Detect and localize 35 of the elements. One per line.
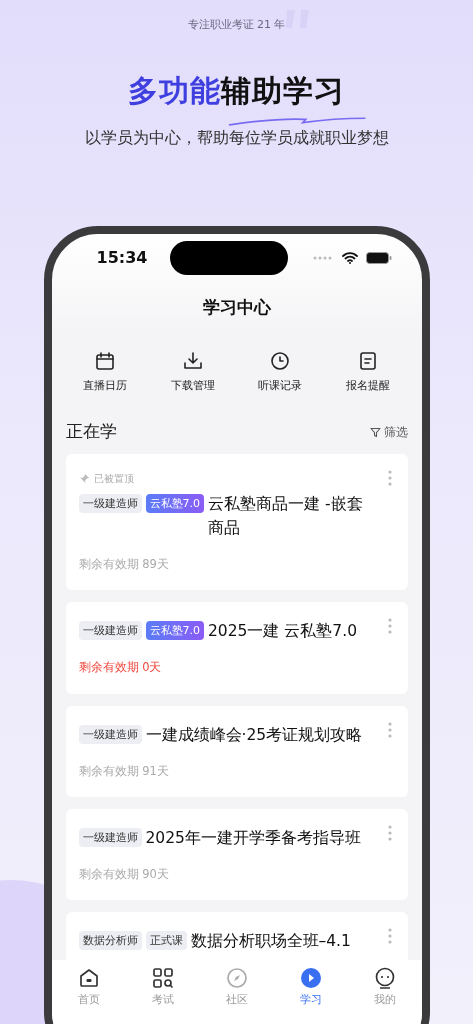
course-title: 数据分析职场全班–4.1 [190,931,351,952]
course-tag: 一级建造师 [78,724,142,744]
expiry-text: 剩余有效期 89天 [78,556,170,573]
course-card[interactable]: 一级建造师 一建成绩峰会·25考证规划攻略 剩余有效期 91天 [65,705,408,797]
course-title: 2025年一建开学季备考指导班 [145,827,361,849]
course-tag: 云私塾7.0 [145,621,204,641]
quick-action-button[interactable]: 直播日历 [65,350,146,412]
course-tag: 数据分析师 [78,931,142,950]
course-tag: 一级建造师 [78,494,142,513]
status-time: 15:34 [96,247,148,269]
quick-action-button[interactable]: 报名提醒 [327,350,408,412]
course-card[interactable]: 数据分析师 正式课 数据分析职场全班–4.1 [65,912,408,960]
course-tag: 正式课 [145,931,187,950]
course-tag: 云私塾7.0 [145,494,204,513]
course-title: 2025一建 云私塾7.0 [208,621,358,643]
course-card[interactable]: 一级建造师 云私塾7.0 2025一建 云私塾7.0 剩余有效期 0天 [65,602,408,694]
course-card[interactable]: 已被置顶 一级建造师 云私塾7.0 云私塾商品一建 -嵌套商品 剩余有效期 89天 [65,454,408,591]
quick-action-button[interactable]: 下载管理 [152,350,233,412]
expiry-text: 剩余有效期 90天 [78,865,170,883]
expiry-text: 剩余有效期 91天 [78,762,170,780]
quick-action-button[interactable]: 听课记录 [240,350,321,412]
tab-item[interactable]: 学习 [280,966,341,1024]
pinned-label: 已被置顶 [93,472,134,486]
expiry-text: 剩余有效期 0天 [78,659,163,677]
filter-button[interactable]: 筛选 [369,423,408,441]
course-tag: 一级建造师 [78,621,142,641]
course-title: 云私塾商品一建 -嵌套商品 [208,494,364,539]
course-title: 一建成绩峰会·25考证规划攻略 [145,724,363,746]
course-tag: 一级建造师 [78,827,142,847]
subtitle: 以学员为中心，帮助每位学员成就职业梦想 [83,127,390,149]
tagline: 专注职业考证 21 年 [187,17,286,33]
page-title: 学习中心 [201,296,272,319]
section-title: 正在学 [65,420,117,444]
course-card[interactable]: 一级建造师 2025年一建开学季备考指导班 剩余有效期 90天 [65,808,408,900]
headline: 多功能辅助学习 [128,75,345,107]
